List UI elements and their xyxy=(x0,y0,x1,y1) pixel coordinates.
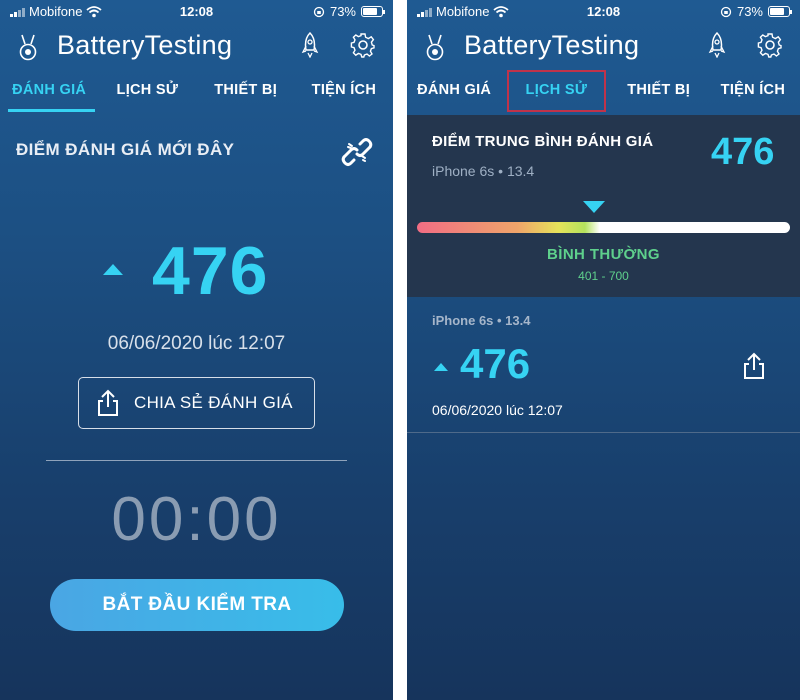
tab-thiet-bi[interactable]: THIẾT BỊ xyxy=(197,78,295,114)
status-bar: Mobifone 12:08 73% xyxy=(407,0,800,22)
average-score-value: 476 xyxy=(711,131,775,173)
start-test-button[interactable]: BẮT ĐẦU KIỂM TRA xyxy=(50,579,344,631)
score-range-name: BÌNH THƯỜNG xyxy=(547,246,660,263)
history-item[interactable]: iPhone 6s • 13.4 476 06/06/2020 lúc 12:0… xyxy=(407,297,800,433)
battery-percent: 73% xyxy=(736,4,763,19)
latest-test-date: 06/06/2020 lúc 12:07 xyxy=(107,333,286,354)
rocket-icon[interactable] xyxy=(707,32,727,58)
up-arrow-icon xyxy=(103,264,123,275)
test-timer: 00:00 xyxy=(111,485,282,554)
battery-status: 73% xyxy=(313,4,385,19)
score-range-values: 401 - 700 xyxy=(578,269,629,283)
tab-thiet-bi[interactable]: THIẾT BỊ xyxy=(612,78,706,114)
score-gauge-bar xyxy=(417,222,790,233)
app-header: BatteryTesting xyxy=(407,28,800,68)
battery-percent: 73% xyxy=(329,4,356,19)
status-bar: Mobifone 12:08 73% xyxy=(0,0,393,22)
average-device: iPhone 6s • 13.4 xyxy=(432,163,535,179)
gauge-marker-icon xyxy=(583,201,605,213)
battery-icon xyxy=(768,6,792,17)
app-title: BatteryTesting xyxy=(57,30,233,60)
gear-icon[interactable] xyxy=(757,32,783,58)
battery-status: 73% xyxy=(720,4,792,19)
tab-danh-gia[interactable]: ĐÁNH GIÁ xyxy=(0,78,98,114)
share-icon[interactable] xyxy=(743,352,765,380)
latest-score-value: 476 xyxy=(152,233,269,309)
tab-lich-su[interactable]: LỊCH SỬ xyxy=(507,70,606,112)
app-header: BatteryTesting xyxy=(0,28,393,68)
average-score-panel: ĐIỂM TRUNG BÌNH ĐÁNH GIÁ iPhone 6s • 13.… xyxy=(407,115,800,297)
share-score-button[interactable]: CHIA SẺ ĐÁNH GIÁ xyxy=(78,377,315,429)
history-date: 06/06/2020 lúc 12:07 xyxy=(432,402,563,418)
unlink-icon[interactable] xyxy=(340,136,374,168)
tab-tien-ich[interactable]: TIỆN ÍCH xyxy=(295,78,393,114)
average-score-title: ĐIỂM TRUNG BÌNH ĐÁNH GIÁ xyxy=(432,133,654,150)
left-screen: Mobifone 12:08 73% BatteryTesting ĐÁNH G… xyxy=(0,0,393,700)
divider xyxy=(46,460,347,461)
tab-lich-su[interactable]: LỊCH SỬ xyxy=(98,78,196,114)
up-arrow-icon xyxy=(434,363,448,371)
gear-icon[interactable] xyxy=(350,32,376,58)
recent-score-label: ĐIỂM ĐÁNH GIÁ MỚI ĐÂY xyxy=(16,140,235,159)
tab-bar: ĐÁNH GIÁ LỊCH SỬ THIẾT BỊ TIỆN ÍCH xyxy=(0,78,393,114)
latest-score: 476 xyxy=(0,232,393,312)
tab-tien-ich[interactable]: TIỆN ÍCH xyxy=(706,78,800,114)
divider xyxy=(407,432,800,433)
history-score: 476 xyxy=(460,340,531,387)
right-screen: Mobifone 12:08 73% BatteryTesting ĐÁNH G… xyxy=(407,0,800,700)
tab-danh-gia[interactable]: ĐÁNH GIÁ xyxy=(407,78,501,114)
medal-icon xyxy=(19,34,37,61)
medal-icon xyxy=(426,34,444,61)
history-device: iPhone 6s • 13.4 xyxy=(432,313,531,328)
tab-bar: ĐÁNH GIÁ LỊCH SỬ THIẾT BỊ TIỆN ÍCH xyxy=(407,70,800,114)
rocket-icon[interactable] xyxy=(300,32,320,58)
battery-icon xyxy=(361,6,385,17)
share-score-label: CHIA SẺ ĐÁNH GIÁ xyxy=(134,393,293,412)
app-title: BatteryTesting xyxy=(464,30,640,60)
rotation-lock-icon xyxy=(313,6,325,17)
rotation-lock-icon xyxy=(720,6,732,17)
share-icon xyxy=(98,389,118,416)
